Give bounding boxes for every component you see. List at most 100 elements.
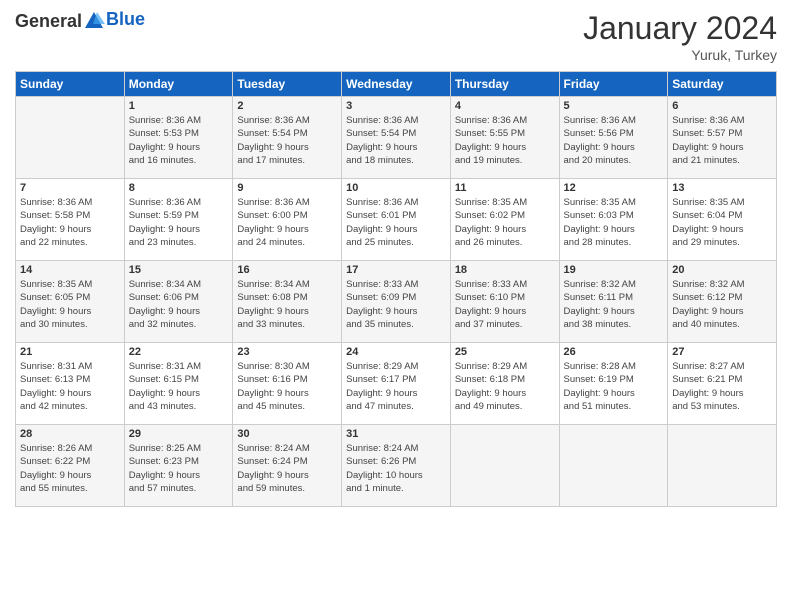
table-cell: 13Sunrise: 8:35 AMSunset: 6:04 PMDayligh… xyxy=(668,179,777,261)
logo-general: General xyxy=(15,11,82,32)
calendar-week-row: 21Sunrise: 8:31 AMSunset: 6:13 PMDayligh… xyxy=(16,343,777,425)
table-cell: 20Sunrise: 8:32 AMSunset: 6:12 PMDayligh… xyxy=(668,261,777,343)
day-number: 2 xyxy=(237,100,337,112)
day-number: 7 xyxy=(20,182,120,194)
day-info: Sunrise: 8:36 AMSunset: 5:54 PMDaylight:… xyxy=(237,114,337,167)
day-number: 24 xyxy=(346,346,446,358)
day-info: Sunrise: 8:29 AMSunset: 6:17 PMDaylight:… xyxy=(346,360,446,413)
day-number: 21 xyxy=(20,346,120,358)
day-number: 18 xyxy=(455,264,555,276)
table-cell: 4 Sunrise: 8:36 AMSunset: 5:55 PMDaylight… xyxy=(450,97,559,179)
table-cell xyxy=(559,425,668,507)
col-friday: Friday xyxy=(559,72,668,97)
calendar-week-row: 1 Sunrise: 8:36 AMSunset: 5:53 PMDaylight… xyxy=(16,97,777,179)
day-number: 31 xyxy=(346,428,446,440)
day-info: Sunrise: 8:36 AMSunset: 5:56 PMDaylight:… xyxy=(564,114,664,167)
table-cell: 6Sunrise: 8:36 AMSunset: 5:57 PMDaylight… xyxy=(668,97,777,179)
day-info: Sunrise: 8:27 AMSunset: 6:21 PMDaylight:… xyxy=(672,360,772,413)
day-info: Sunrise: 8:36 AMSunset: 5:53 PMDaylight:… xyxy=(129,114,229,167)
table-cell: 15Sunrise: 8:34 AMSunset: 6:06 PMDayligh… xyxy=(124,261,233,343)
day-number: 29 xyxy=(129,428,229,440)
table-cell: 29Sunrise: 8:25 AMSunset: 6:23 PMDayligh… xyxy=(124,425,233,507)
table-cell: 10Sunrise: 8:36 AMSunset: 6:01 PMDayligh… xyxy=(342,179,451,261)
day-number: 22 xyxy=(129,346,229,358)
calendar-table: Sunday Monday Tuesday Wednesday Thursday… xyxy=(15,71,777,507)
table-cell: 5 Sunrise: 8:36 AMSunset: 5:56 PMDaylight… xyxy=(559,97,668,179)
table-cell: 7 Sunrise: 8:36 AMSunset: 5:58 PMDaylight… xyxy=(16,179,125,261)
location: Yuruk, Turkey xyxy=(583,47,777,63)
day-number: 12 xyxy=(564,182,664,194)
table-cell: 14 Sunrise: 8:35 AMSunset: 6:05 PMDayligh… xyxy=(16,261,125,343)
day-info: Sunrise: 8:36 AMSunset: 6:00 PMDaylight:… xyxy=(237,196,337,249)
table-cell: 18 Sunrise: 8:33 AMSunset: 6:10 PMDayligh… xyxy=(450,261,559,343)
day-number: 25 xyxy=(455,346,555,358)
table-cell: 30 Sunrise: 8:24 AMSunset: 6:24 PMDayligh… xyxy=(233,425,342,507)
col-wednesday: Wednesday xyxy=(342,72,451,97)
table-cell xyxy=(668,425,777,507)
table-cell: 23Sunrise: 8:30 AMSunset: 6:16 PMDayligh… xyxy=(233,343,342,425)
day-info: Sunrise: 8:35 AMSunset: 6:05 PMDaylight:… xyxy=(20,278,120,331)
logo: General Blue xyxy=(15,10,145,32)
day-number: 8 xyxy=(129,182,229,194)
day-number: 17 xyxy=(346,264,446,276)
logo-blue: Blue xyxy=(106,9,145,30)
day-info: Sunrise: 8:33 AMSunset: 6:10 PMDaylight:… xyxy=(455,278,555,331)
table-cell: 25 Sunrise: 8:29 AMSunset: 6:18 PMDayligh… xyxy=(450,343,559,425)
table-cell: 31 Sunrise: 8:24 AMSunset: 6:26 PMDayligh… xyxy=(342,425,451,507)
day-info: Sunrise: 8:32 AMSunset: 6:12 PMDaylight:… xyxy=(672,278,772,331)
day-info: Sunrise: 8:32 AMSunset: 6:11 PMDaylight:… xyxy=(564,278,664,331)
col-monday: Monday xyxy=(124,72,233,97)
day-info: Sunrise: 8:36 AMSunset: 5:57 PMDaylight:… xyxy=(672,114,772,167)
table-cell: 3 Sunrise: 8:36 AMSunset: 5:54 PMDaylight… xyxy=(342,97,451,179)
day-info: Sunrise: 8:26 AMSunset: 6:22 PMDaylight:… xyxy=(20,442,120,495)
day-info: Sunrise: 8:34 AMSunset: 6:08 PMDaylight:… xyxy=(237,278,337,331)
day-number: 14 xyxy=(20,264,120,276)
table-cell: 27Sunrise: 8:27 AMSunset: 6:21 PMDayligh… xyxy=(668,343,777,425)
day-info: Sunrise: 8:36 AMSunset: 5:54 PMDaylight:… xyxy=(346,114,446,167)
table-cell: 12 Sunrise: 8:35 AMSunset: 6:03 PMDayligh… xyxy=(559,179,668,261)
col-saturday: Saturday xyxy=(668,72,777,97)
day-info: Sunrise: 8:35 AMSunset: 6:02 PMDaylight:… xyxy=(455,196,555,249)
day-info: Sunrise: 8:36 AMSunset: 5:58 PMDaylight:… xyxy=(20,196,120,249)
day-number: 16 xyxy=(237,264,337,276)
day-info: Sunrise: 8:24 AMSunset: 6:26 PMDaylight:… xyxy=(346,442,446,495)
day-number: 30 xyxy=(237,428,337,440)
day-info: Sunrise: 8:36 AMSunset: 5:55 PMDaylight:… xyxy=(455,114,555,167)
day-number: 28 xyxy=(20,428,120,440)
table-cell: 26 Sunrise: 8:28 AMSunset: 6:19 PMDayligh… xyxy=(559,343,668,425)
day-number: 26 xyxy=(564,346,664,358)
calendar-header-row: Sunday Monday Tuesday Wednesday Thursday… xyxy=(16,72,777,97)
day-number: 9 xyxy=(237,182,337,194)
day-number: 3 xyxy=(346,100,446,112)
logo-text: General Blue xyxy=(15,10,145,32)
logo-icon xyxy=(83,10,105,32)
day-info: Sunrise: 8:34 AMSunset: 6:06 PMDaylight:… xyxy=(129,278,229,331)
month-title: January 2024 xyxy=(583,10,777,47)
day-number: 11 xyxy=(455,182,555,194)
day-number: 5 xyxy=(564,100,664,112)
day-number: 10 xyxy=(346,182,446,194)
day-info: Sunrise: 8:29 AMSunset: 6:18 PMDaylight:… xyxy=(455,360,555,413)
day-number: 1 xyxy=(129,100,229,112)
table-cell: 8Sunrise: 8:36 AMSunset: 5:59 PMDaylight… xyxy=(124,179,233,261)
day-info: Sunrise: 8:31 AMSunset: 6:15 PMDaylight:… xyxy=(129,360,229,413)
table-cell: 17 Sunrise: 8:33 AMSunset: 6:09 PMDayligh… xyxy=(342,261,451,343)
table-cell: 9 Sunrise: 8:36 AMSunset: 6:00 PMDaylight… xyxy=(233,179,342,261)
table-cell: 11 Sunrise: 8:35 AMSunset: 6:02 PMDayligh… xyxy=(450,179,559,261)
table-cell xyxy=(450,425,559,507)
day-info: Sunrise: 8:30 AMSunset: 6:16 PMDaylight:… xyxy=(237,360,337,413)
day-info: Sunrise: 8:35 AMSunset: 6:03 PMDaylight:… xyxy=(564,196,664,249)
day-number: 13 xyxy=(672,182,772,194)
table-cell: 24 Sunrise: 8:29 AMSunset: 6:17 PMDayligh… xyxy=(342,343,451,425)
calendar-week-row: 28 Sunrise: 8:26 AMSunset: 6:22 PMDayligh… xyxy=(16,425,777,507)
col-sunday: Sunday xyxy=(16,72,125,97)
day-info: Sunrise: 8:28 AMSunset: 6:19 PMDaylight:… xyxy=(564,360,664,413)
day-info: Sunrise: 8:33 AMSunset: 6:09 PMDaylight:… xyxy=(346,278,446,331)
day-number: 4 xyxy=(455,100,555,112)
day-number: 19 xyxy=(564,264,664,276)
day-info: Sunrise: 8:24 AMSunset: 6:24 PMDaylight:… xyxy=(237,442,337,495)
table-cell: 16 Sunrise: 8:34 AMSunset: 6:08 PMDayligh… xyxy=(233,261,342,343)
calendar-week-row: 7 Sunrise: 8:36 AMSunset: 5:58 PMDaylight… xyxy=(16,179,777,261)
page-container: General Blue January 2024 Yuruk, Turkey … xyxy=(0,0,792,517)
title-block: January 2024 Yuruk, Turkey xyxy=(583,10,777,63)
